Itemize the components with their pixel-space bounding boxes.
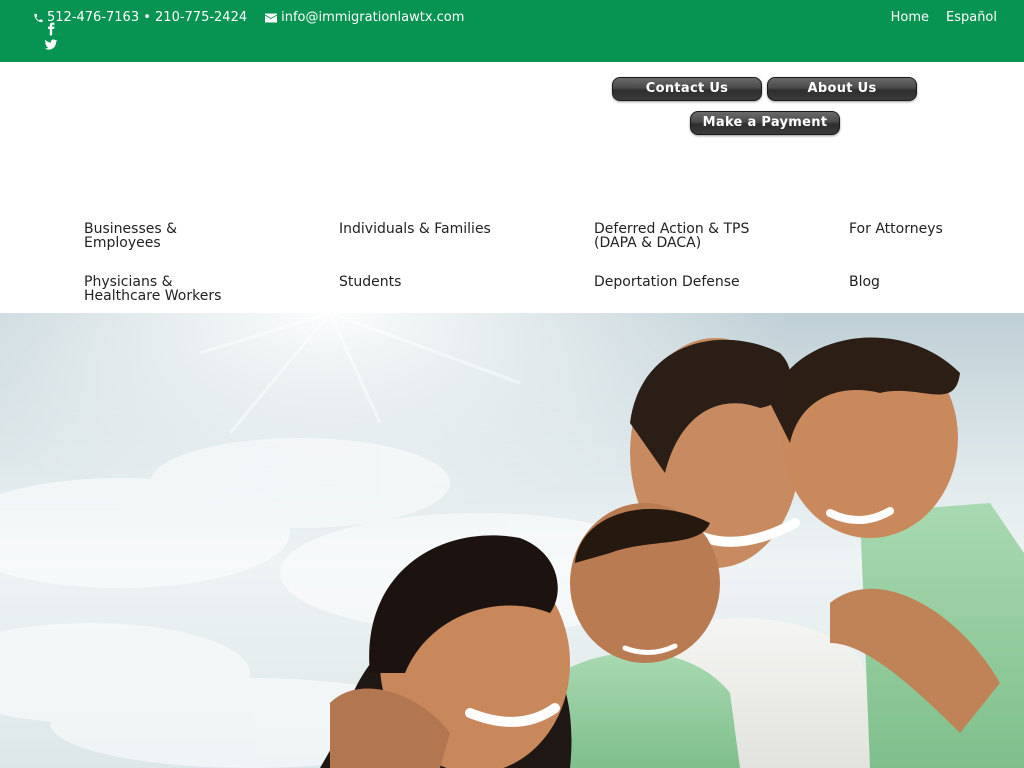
menu-item-students[interactable]: Students	[339, 275, 519, 289]
menu-item-blog[interactable]: Blog	[849, 275, 1009, 289]
phone-icon	[33, 12, 44, 24]
menu-link[interactable]: For Attorneys	[849, 221, 943, 237]
espanol-link[interactable]: Español	[946, 10, 997, 25]
about-us-button[interactable]: About Us	[767, 77, 917, 101]
top-bar: 512-476-7163 • 210-775-2424 info@immigra…	[0, 0, 1024, 62]
menu-item-deportation-defense[interactable]: Deportation Defense	[594, 275, 774, 289]
menu-item-businesses[interactable]: Businesses & Employees	[84, 222, 234, 250]
make-payment-button[interactable]: Make a Payment	[690, 111, 840, 135]
menu-link[interactable]: Blog	[849, 274, 880, 290]
menu-link[interactable]: Individuals & Families	[339, 221, 491, 237]
menu-link[interactable]: Students	[339, 274, 401, 290]
contact-info: 512-476-7163 • 210-775-2424 info@immigra…	[33, 10, 464, 25]
contact-us-button[interactable]: Contact Us	[612, 77, 762, 101]
phone-numbers[interactable]: 512-476-7163 • 210-775-2424	[47, 10, 247, 25]
menu-item-individuals[interactable]: Individuals & Families	[339, 222, 519, 236]
family-photo	[0, 313, 1024, 768]
facebook-icon[interactable]	[44, 22, 58, 36]
menu-item-deferred-action[interactable]: Deferred Action & TPS (DAPA & DACA)	[594, 222, 766, 250]
menu-link[interactable]: Physicians & Healthcare Workers	[84, 274, 221, 304]
twitter-icon[interactable]	[44, 38, 58, 52]
top-links: Home Español	[891, 10, 997, 25]
menu-item-physicians[interactable]: Physicians & Healthcare Workers	[84, 275, 234, 303]
email-link[interactable]: info@immigrationlawtx.com	[281, 10, 464, 25]
home-link[interactable]: Home	[891, 10, 929, 25]
menu-link[interactable]: Businesses & Employees	[84, 221, 177, 251]
menu-item-attorneys[interactable]: For Attorneys	[849, 222, 1009, 236]
hero-image	[0, 313, 1024, 768]
email-icon	[265, 13, 278, 23]
menu-link[interactable]: Deportation Defense	[594, 274, 740, 290]
menu-link[interactable]: Deferred Action & TPS (DAPA & DACA)	[594, 221, 749, 251]
social-icons	[44, 22, 58, 52]
